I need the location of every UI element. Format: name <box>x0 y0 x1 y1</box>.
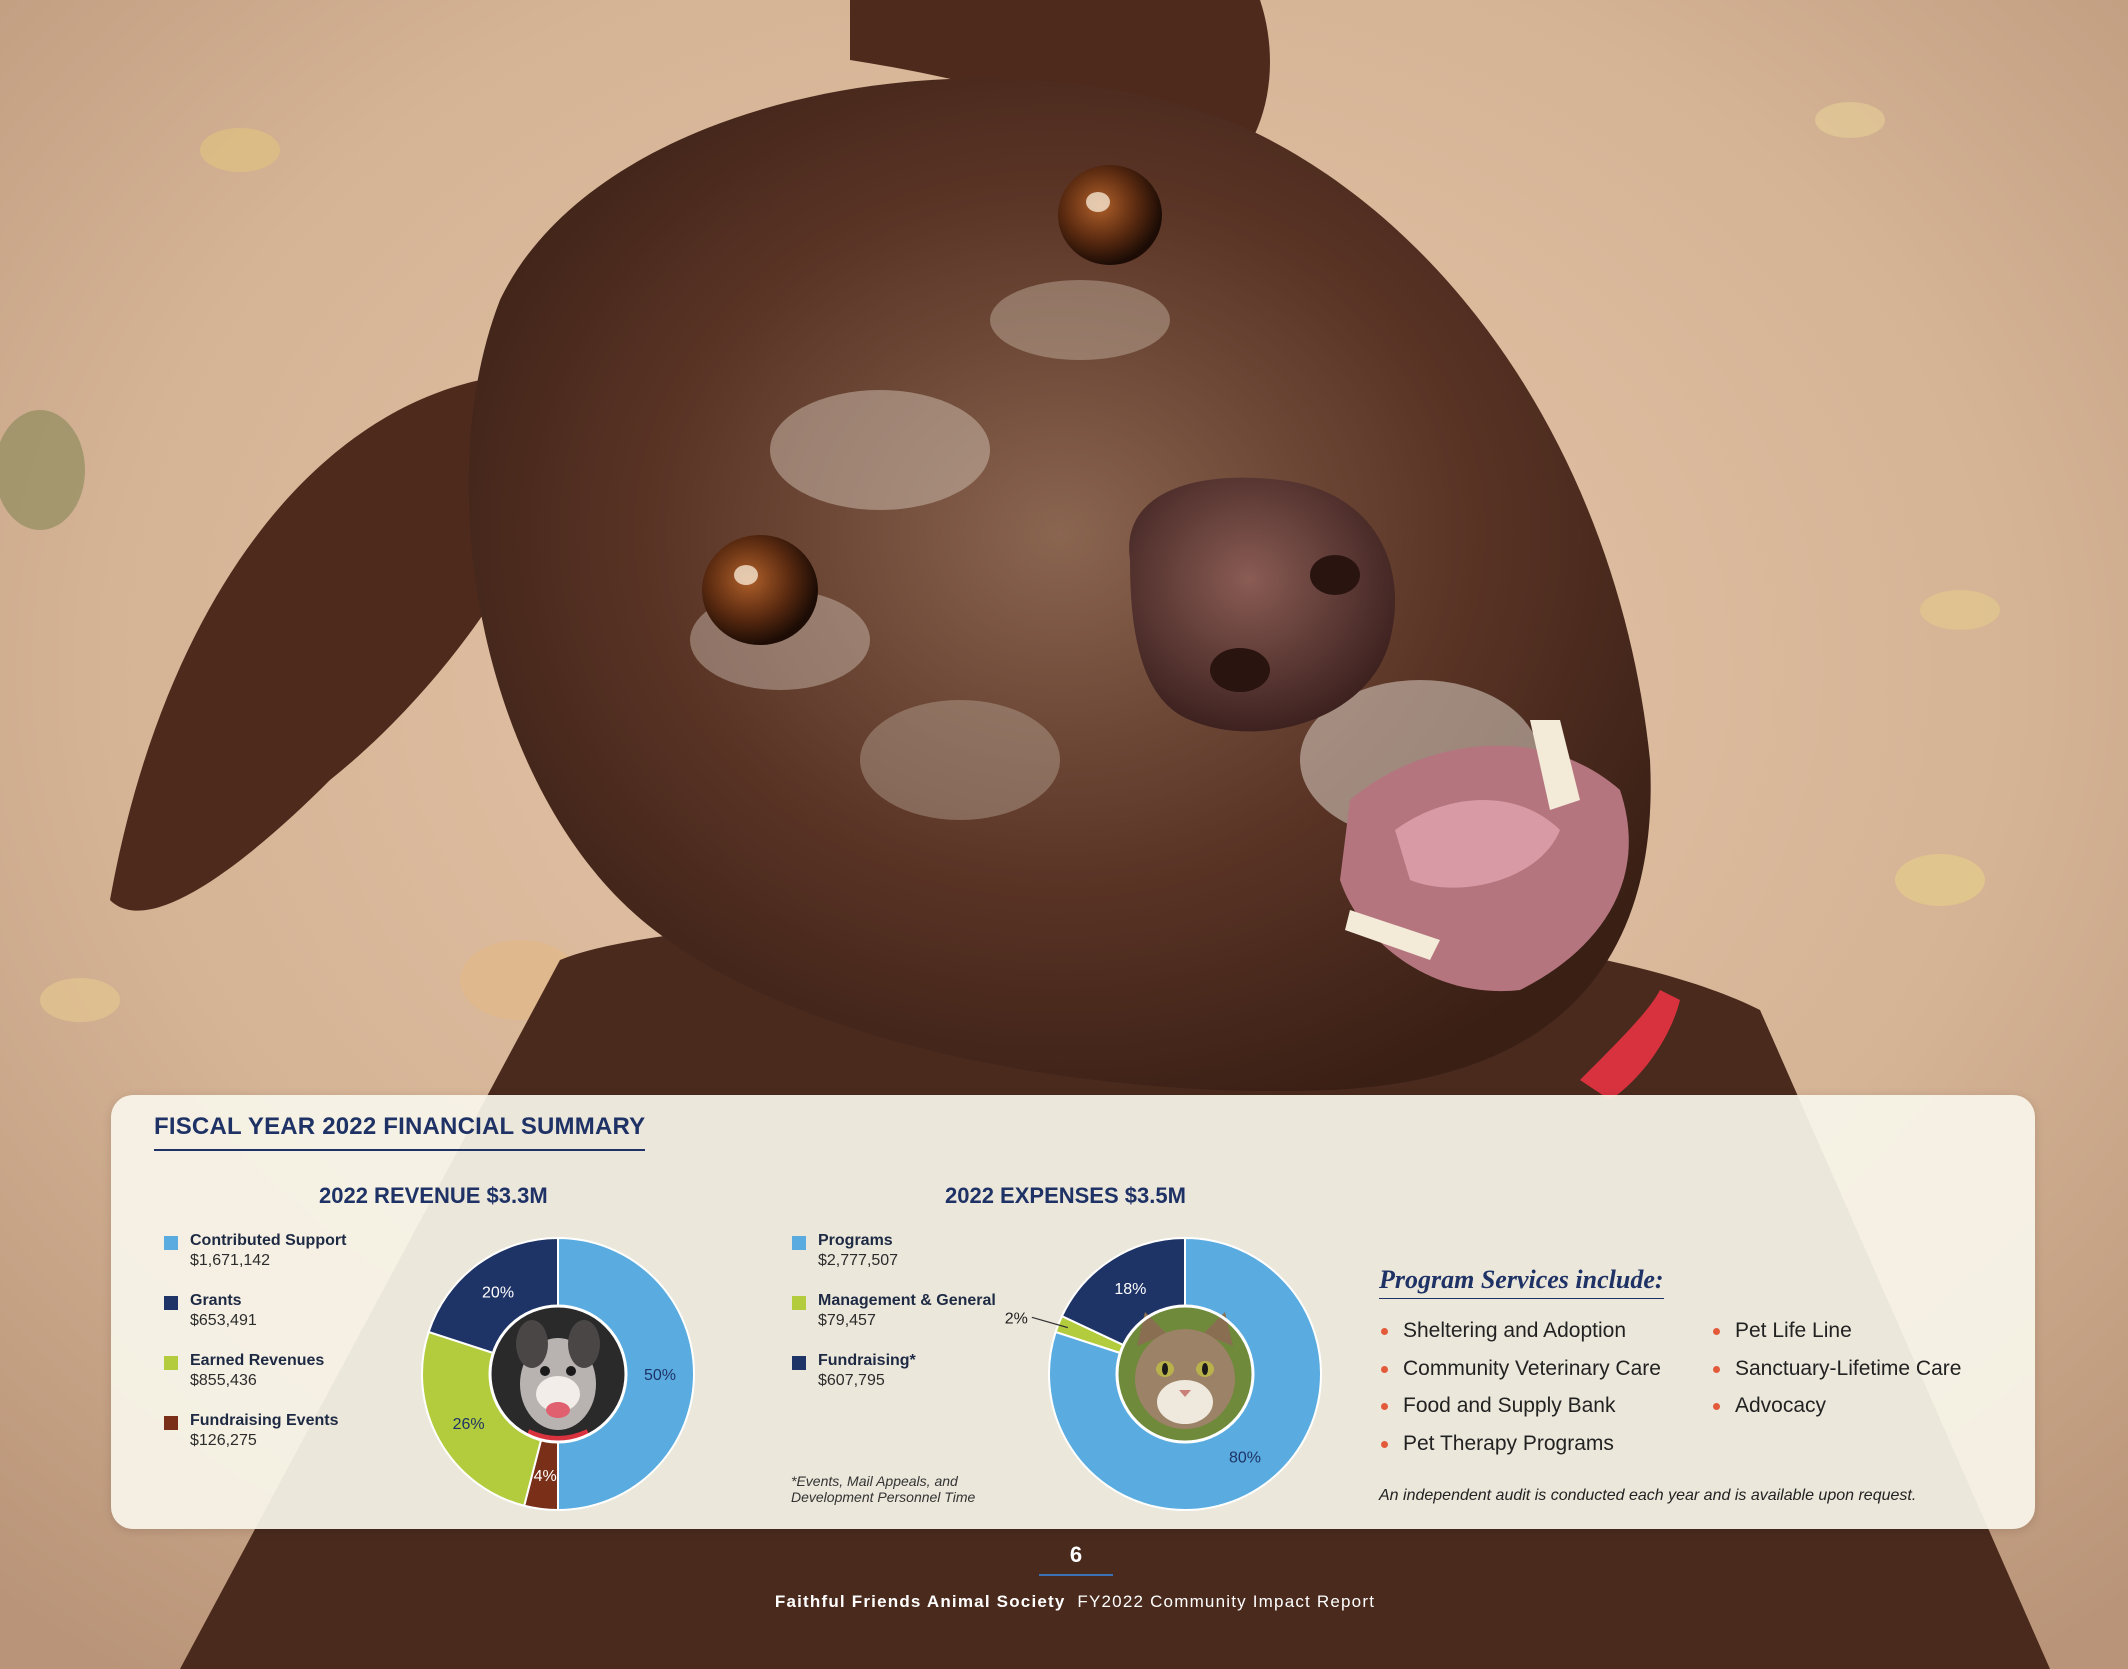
legend-value: $79,457 <box>818 1312 876 1329</box>
program-services-list-2: Pet Life Line Sanctuary-Lifetime Care Ad… <box>1711 1317 2011 1430</box>
donut-percent-label: 80% <box>1229 1450 1261 1467</box>
legend-item-programs: Programs $2,777,507 <box>792 1231 996 1291</box>
financial-summary-panel: FISCAL YEAR 2022 FINANCIAL SUMMARY 2022 … <box>111 1095 2035 1529</box>
legend-swatch <box>792 1236 806 1250</box>
expenses-footnote: *Events, Mail Appeals, and Development P… <box>791 1473 1021 1505</box>
legend-item-fundraising-events: Fundraising Events $126,275 <box>164 1411 346 1471</box>
legend-swatch <box>792 1296 806 1310</box>
revenue-legend: Contributed Support $1,671,142 Grants $6… <box>164 1231 346 1471</box>
service-item: Sanctuary-Lifetime Care <box>1711 1355 2011 1393</box>
legend-label: Management & General <box>818 1292 996 1309</box>
legend-item-contributed-support: Contributed Support $1,671,142 <box>164 1231 346 1291</box>
audit-note: An independent audit is conducted each y… <box>1379 1487 1917 1504</box>
legend-swatch <box>164 1296 178 1310</box>
expenses-donut-chart: 80% 2% 18% <box>1005 1234 1325 1514</box>
legend-value: $126,275 <box>190 1432 257 1449</box>
legend-value: $1,671,142 <box>190 1252 271 1269</box>
donut-percent-label: 26% <box>453 1416 485 1433</box>
legend-value: $607,795 <box>818 1372 885 1389</box>
donut-percent-label: 2% <box>1005 1310 1028 1327</box>
legend-swatch <box>164 1356 178 1370</box>
legend-swatch <box>164 1236 178 1250</box>
legend-label: Fundraising Events <box>190 1412 339 1429</box>
legend-item-fundraising: Fundraising* $607,795 <box>792 1351 996 1411</box>
donut-percent-label: 4% <box>534 1468 557 1485</box>
legend-value: $2,777,507 <box>818 1252 899 1269</box>
legend-item-earned-revenues: Earned Revenues $855,436 <box>164 1351 346 1411</box>
legend-swatch <box>164 1416 178 1430</box>
footer-report-name: FY2022 Community Impact Report <box>1077 1592 1376 1611</box>
legend-item-grants: Grants $653,491 <box>164 1291 346 1351</box>
expenses-legend: Programs $2,777,507 Management & General… <box>792 1231 996 1411</box>
donut-percent-label: 18% <box>1114 1281 1146 1298</box>
donut-percent-label: 20% <box>482 1284 514 1301</box>
program-services-title: Program Services include: <box>1379 1265 1664 1299</box>
legend-swatch <box>792 1356 806 1370</box>
donut-percent-label: 50% <box>644 1367 676 1384</box>
footer-text: Faithful Friends Animal Society FY2022 C… <box>0 1592 2128 1612</box>
service-item: Sheltering and Adoption <box>1379 1317 1699 1355</box>
service-item: Food and Supply Bank <box>1379 1392 1699 1430</box>
service-item: Advocacy <box>1711 1392 2011 1430</box>
legend-label: Grants <box>190 1292 242 1309</box>
footnote-line-2: Development Personnel Time <box>791 1489 976 1505</box>
expenses-title: 2022 EXPENSES $3.5M <box>945 1183 1186 1208</box>
legend-label: Programs <box>818 1232 893 1249</box>
legend-label: Contributed Support <box>190 1232 347 1249</box>
panel-title: FISCAL YEAR 2022 FINANCIAL SUMMARY <box>154 1113 646 1151</box>
program-services-list-1: Sheltering and Adoption Community Veteri… <box>1379 1317 1699 1467</box>
legend-item-management-general: Management & General $79,457 <box>792 1291 996 1351</box>
legend-label: Earned Revenues <box>190 1352 325 1369</box>
service-item: Community Veterinary Care <box>1379 1355 1699 1393</box>
service-item: Pet Life Line <box>1711 1317 2011 1355</box>
footer-org-name: Faithful Friends Animal Society <box>774 1592 1066 1611</box>
page-number: 6 <box>1039 1542 1113 1576</box>
legend-value: $855,436 <box>190 1372 257 1389</box>
revenue-title: 2022 REVENUE $3.3M <box>319 1183 548 1208</box>
legend-label: Fundraising* <box>818 1352 916 1369</box>
footnote-line-1: *Events, Mail Appeals, and <box>791 1473 958 1489</box>
revenue-donut-chart: 50% 4% 26% 20% <box>418 1234 698 1514</box>
legend-value: $653,491 <box>190 1312 257 1329</box>
service-item: Pet Therapy Programs <box>1379 1430 1699 1468</box>
